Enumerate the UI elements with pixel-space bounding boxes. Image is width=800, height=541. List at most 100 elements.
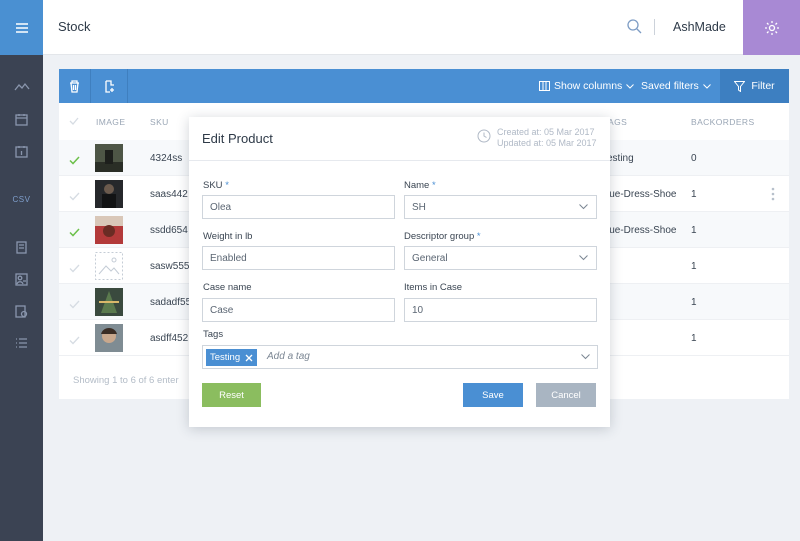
sidebar-item-schedule[interactable] bbox=[0, 135, 43, 167]
chevron-down-icon[interactable] bbox=[581, 354, 590, 360]
show-columns-dropdown[interactable]: Show columns bbox=[539, 80, 635, 92]
list-icon bbox=[16, 338, 27, 348]
column-header-sku[interactable]: SKU bbox=[150, 117, 169, 127]
trash-icon bbox=[70, 79, 79, 93]
tags-cell: lue-Dress-Shoe bbox=[607, 189, 677, 200]
sidebar-item-documents[interactable] bbox=[0, 231, 43, 263]
dialog-timestamps: Created at: 05 Mar 2017 Updated at: 05 M… bbox=[497, 127, 597, 149]
sidebar-item-list[interactable] bbox=[0, 327, 43, 359]
menu-button[interactable] bbox=[0, 0, 43, 55]
sidebar-item-csv[interactable]: CSV bbox=[0, 183, 43, 215]
backorders-cell: 1 bbox=[691, 261, 697, 272]
items-in-case-label: Items in Case bbox=[404, 282, 463, 293]
sidebar-item-analytics[interactable] bbox=[0, 71, 43, 103]
sku-cell: asdff452 bbox=[150, 333, 189, 344]
product-image bbox=[95, 288, 123, 316]
close-icon[interactable] bbox=[245, 354, 253, 362]
sku-cell: ssdd654 bbox=[150, 225, 188, 236]
gear-icon bbox=[764, 20, 779, 35]
page-title: Stock bbox=[58, 19, 91, 34]
clock-icon bbox=[477, 129, 491, 143]
check-icon bbox=[69, 228, 80, 237]
sku-input[interactable]: Olea bbox=[202, 195, 395, 219]
product-image bbox=[95, 180, 123, 208]
backorders-cell: 1 bbox=[691, 297, 697, 308]
export-button[interactable] bbox=[92, 69, 128, 103]
row-checkbox[interactable] bbox=[69, 188, 80, 206]
items-in-case-input[interactable]: 10 bbox=[404, 298, 597, 322]
user-name[interactable]: AshMade bbox=[673, 20, 726, 34]
sku-cell: sasw555 bbox=[150, 261, 190, 272]
backorders-cell: 1 bbox=[691, 333, 697, 344]
chevron-down-icon bbox=[579, 255, 588, 261]
weight-input[interactable]: Enabled bbox=[202, 246, 395, 270]
delete-button[interactable] bbox=[59, 69, 91, 103]
dialog-header: Edit Product Created at: 05 Mar 2017 Upd… bbox=[189, 117, 610, 161]
row-more-button[interactable] bbox=[771, 187, 775, 206]
column-header-backorders[interactable]: BACKORDERS bbox=[691, 117, 755, 127]
user-card-icon bbox=[15, 272, 28, 286]
document-icon bbox=[16, 240, 27, 254]
name-select[interactable]: SH bbox=[404, 195, 597, 219]
show-columns-label: Show columns bbox=[554, 80, 623, 92]
filter-label: Filter bbox=[751, 80, 775, 92]
check-icon bbox=[69, 336, 80, 345]
cancel-button[interactable]: Cancel bbox=[536, 383, 596, 407]
chevron-down-icon bbox=[626, 83, 635, 89]
backorders-cell: 1 bbox=[691, 225, 697, 236]
check-icon bbox=[69, 300, 80, 309]
sku-cell: saas442 bbox=[150, 189, 188, 200]
dialog-title: Edit Product bbox=[202, 131, 273, 146]
sidebar-item-users[interactable] bbox=[0, 263, 43, 295]
tag-chip-label: Testing bbox=[210, 352, 241, 363]
report-search-icon bbox=[15, 304, 28, 318]
columns-icon bbox=[539, 81, 550, 91]
product-image bbox=[95, 324, 123, 352]
add-tag-placeholder[interactable]: Add a tag bbox=[267, 351, 310, 362]
image-placeholder-icon bbox=[95, 252, 123, 280]
csv-icon: CSV bbox=[12, 194, 31, 204]
chevron-down-icon bbox=[579, 204, 588, 210]
check-icon bbox=[69, 264, 80, 273]
check-icon bbox=[69, 156, 80, 165]
tags-input[interactable]: Testing Add a tag bbox=[202, 345, 598, 369]
case-name-label: Case name bbox=[203, 282, 252, 293]
tags-label: Tags bbox=[203, 329, 224, 340]
descriptor-selected-value: General bbox=[412, 253, 448, 264]
column-header-tags[interactable]: AGS bbox=[608, 117, 627, 127]
hamburger-icon bbox=[15, 22, 28, 33]
updated-at: Updated at: 05 Mar 2017 bbox=[497, 138, 597, 148]
search-button[interactable] bbox=[627, 19, 642, 39]
sidebar-item-reports[interactable] bbox=[0, 295, 43, 327]
toolbar: Show columns Saved filters Filter bbox=[59, 69, 789, 103]
reset-button[interactable]: Reset bbox=[202, 383, 261, 407]
descriptor-group-label: Descriptor group * bbox=[404, 231, 481, 242]
settings-button[interactable] bbox=[743, 0, 800, 55]
row-checkbox[interactable] bbox=[69, 152, 80, 170]
filter-button[interactable]: Filter bbox=[720, 69, 789, 103]
tags-cell: lue-Dress-Shoe bbox=[607, 225, 677, 236]
created-at: Created at: 05 Mar 2017 bbox=[497, 127, 595, 137]
name-label: Name * bbox=[404, 180, 436, 191]
row-checkbox[interactable] bbox=[69, 260, 80, 278]
row-checkbox[interactable] bbox=[69, 224, 80, 242]
header-divider bbox=[654, 19, 655, 35]
sku-cell: 4324ss bbox=[150, 153, 183, 164]
header: Stock AshMade bbox=[43, 0, 800, 55]
sidebar-item-calendar[interactable] bbox=[0, 103, 43, 135]
check-icon bbox=[69, 117, 79, 125]
saved-filters-dropdown[interactable]: Saved filters bbox=[641, 80, 711, 92]
case-name-input[interactable]: Case bbox=[202, 298, 395, 322]
save-button[interactable]: Save bbox=[463, 383, 523, 407]
select-all-checkbox[interactable] bbox=[69, 117, 79, 127]
tag-chip[interactable]: Testing bbox=[206, 349, 258, 366]
row-checkbox[interactable] bbox=[69, 296, 80, 314]
sku-label: SKU * bbox=[203, 180, 229, 191]
weight-label: Weight in lb bbox=[203, 231, 253, 242]
tags-cell: esting bbox=[607, 153, 634, 164]
row-checkbox[interactable] bbox=[69, 332, 80, 350]
export-icon bbox=[104, 79, 114, 93]
descriptor-group-select[interactable]: General bbox=[404, 246, 597, 270]
line-chart-icon bbox=[13, 82, 30, 91]
column-header-image[interactable]: IMAGE bbox=[96, 117, 125, 127]
